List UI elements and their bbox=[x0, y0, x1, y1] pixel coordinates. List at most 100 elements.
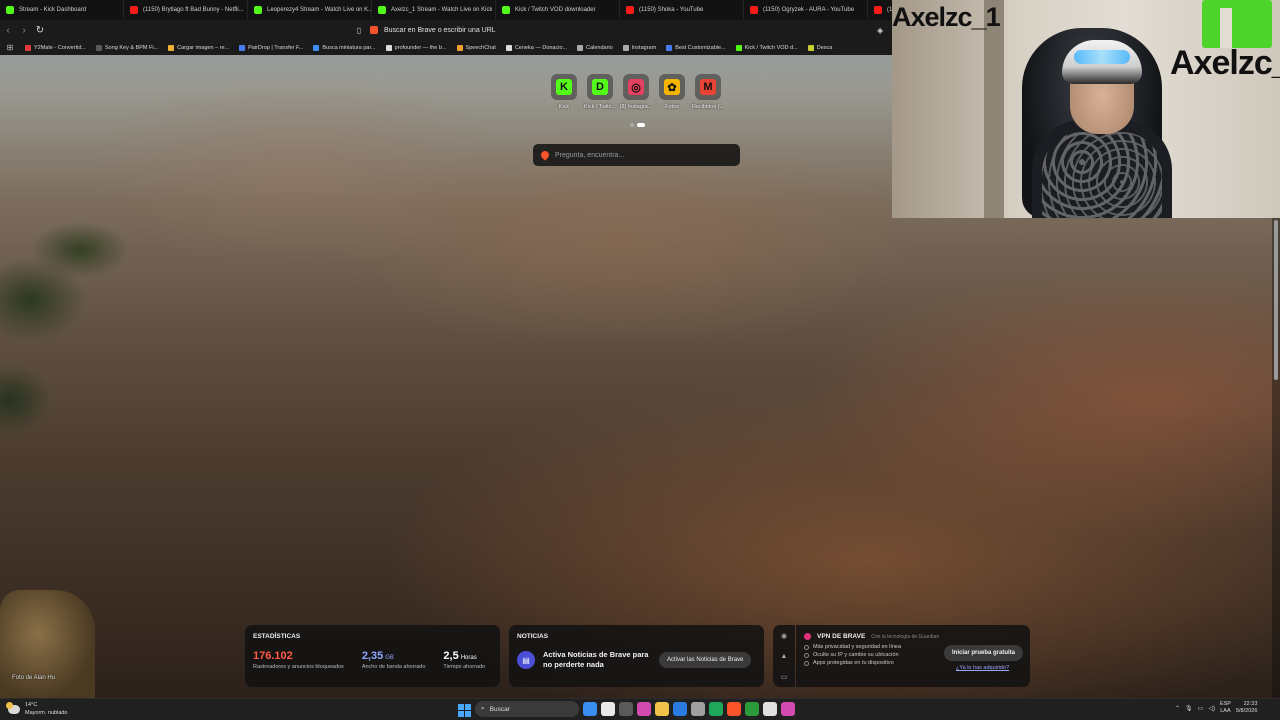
bookmark-favicon-icon bbox=[456, 44, 463, 51]
reload-button[interactable]: ↻ bbox=[32, 22, 48, 38]
channel-name-right: Axelzc_ bbox=[1170, 44, 1280, 82]
address-bar[interactable]: Buscar en Brave o escribir una URL bbox=[370, 22, 872, 38]
volume-icon[interactable]: ◁) bbox=[1208, 705, 1215, 712]
warning-tab-icon[interactable]: ▲ bbox=[781, 653, 788, 660]
activate-news-button[interactable]: Activar las Noticias de Brave bbox=[659, 652, 752, 668]
forward-button[interactable]: › bbox=[16, 22, 32, 38]
start-button[interactable] bbox=[455, 701, 471, 717]
bookmark-favicon-icon bbox=[239, 44, 246, 51]
search-icon: ⌕ bbox=[481, 705, 485, 712]
taskbar-app-icon[interactable] bbox=[637, 702, 651, 716]
bookmark-item[interactable]: Kick / Twitch VOD d... bbox=[731, 40, 803, 55]
browser-tab[interactable]: (115 bbox=[868, 0, 892, 20]
browser-tab[interactable]: Kick / Twitch VOD downloader bbox=[496, 0, 620, 20]
newtab-search-box[interactable] bbox=[533, 144, 740, 166]
tab-label: Stream - Kick Dashboard bbox=[19, 7, 87, 13]
news-title: NOTICIAS bbox=[517, 633, 549, 640]
taskbar-app-icon[interactable] bbox=[673, 702, 687, 716]
bookmark-item[interactable]: Song Key & BPM Fi... bbox=[91, 40, 163, 55]
start-trial-button[interactable]: Iniciar prueba gratuita bbox=[944, 645, 1024, 661]
bookmark-favicon-icon bbox=[313, 44, 320, 51]
bookmark-item[interactable]: Ceneka — Donacio... bbox=[501, 40, 572, 55]
pager-dot-active[interactable] bbox=[637, 123, 645, 127]
brave-shields-icon[interactable]: ◈ bbox=[877, 22, 889, 38]
top-site[interactable]: M Recibidos (... bbox=[692, 74, 724, 110]
vpn-feature-text: Oculte su IP y cambie su ubicación bbox=[813, 652, 899, 658]
clock-time: 22:33 bbox=[1243, 701, 1258, 707]
browser-tab[interactable]: (1150) Ogryzek - AURA - YouTube bbox=[744, 0, 868, 20]
browser-tab[interactable]: Axelzc_1 Stream - Watch Live on Kick bbox=[372, 0, 496, 20]
top-site[interactable]: K Kick bbox=[548, 74, 580, 110]
widget-switcher: ◉ ▲ ▭ bbox=[773, 625, 795, 687]
bookmark-item[interactable]: Instagram bbox=[618, 40, 661, 55]
top-site-tile[interactable]: ◎ bbox=[623, 74, 649, 100]
chevron-up-icon[interactable]: ⌃ bbox=[1175, 705, 1180, 712]
top-site-tile[interactable]: K bbox=[551, 74, 577, 100]
bookmark-favicon-icon bbox=[622, 44, 629, 51]
taskbar-app-icon[interactable] bbox=[709, 702, 723, 716]
top-site-icon: M bbox=[700, 79, 716, 95]
newtab-search-input[interactable] bbox=[555, 151, 725, 159]
news-icon: ▤ bbox=[517, 651, 535, 669]
photo-credit[interactable]: Foto de Alan Hu bbox=[12, 675, 55, 681]
top-site[interactable]: ◎ (8) Instagra... bbox=[620, 74, 652, 110]
top-site-tile[interactable]: M bbox=[695, 74, 721, 100]
taskbar-app-icon[interactable] bbox=[619, 702, 633, 716]
browser-tab[interactable]: (1150) Brytiago ft Bad Bunny - Netfli... bbox=[124, 0, 248, 20]
stats-title: ESTADÍSTICAS bbox=[253, 633, 301, 640]
vpn-tab-icon[interactable]: ◉ bbox=[781, 632, 787, 640]
pager-dot[interactable] bbox=[630, 123, 634, 127]
vpn-feature-text: Apps protegidas en tu dispositivo bbox=[813, 660, 894, 666]
page-scrollbar[interactable] bbox=[1272, 218, 1280, 698]
bookmark-item[interactable]: Desca bbox=[803, 40, 838, 55]
taskbar-app-icon[interactable] bbox=[745, 702, 759, 716]
bookmark-item[interactable]: profounder — the b... bbox=[381, 40, 452, 55]
news-widget: NOTICIAS ▤ Activa Noticias de Brave para… bbox=[509, 625, 764, 687]
top-site-tile[interactable]: D bbox=[587, 74, 613, 100]
network-icon[interactable]: ▭ bbox=[1198, 705, 1204, 712]
taskbar-app-icon[interactable] bbox=[763, 702, 777, 716]
rewards-tab-icon[interactable]: ▭ bbox=[781, 673, 788, 681]
back-button[interactable]: ‹ bbox=[0, 22, 16, 38]
bookmark-label: profounder — the b... bbox=[394, 44, 447, 51]
language-indicator[interactable]: ESP LAA bbox=[1220, 701, 1231, 715]
tab-strip: Stream - Kick Dashboard (1150) Brytiago f… bbox=[0, 0, 892, 20]
bookmark-item[interactable]: Calendario bbox=[572, 40, 618, 55]
microphone-icon[interactable]: 🎙︎ bbox=[1185, 705, 1193, 712]
top-site-tile[interactable]: ✿ bbox=[659, 74, 685, 100]
taskbar-app-icon[interactable] bbox=[655, 702, 669, 716]
bookmark-item[interactable]: Cargar imagen – re... bbox=[163, 40, 234, 55]
browser-tab[interactable]: (1150) Shoka - YouTube bbox=[620, 0, 744, 20]
taskbar-app-icon[interactable] bbox=[727, 702, 741, 716]
bookmark-item[interactable]: Y2Mate - Convertid... bbox=[20, 40, 91, 55]
kick-icon bbox=[6, 6, 14, 14]
top-site[interactable]: ✿ Fotos bbox=[656, 74, 688, 110]
already-purchased-link[interactable]: ¿Ya lo has adquirido? bbox=[956, 665, 1009, 671]
weather-widget[interactable]: 14°C Mayorm. nublado bbox=[6, 701, 68, 717]
stat-unit: GB bbox=[385, 655, 394, 661]
bookmark-item[interactable]: PairDrop | Transfer F... bbox=[234, 40, 308, 55]
clock[interactable]: 22:33 5/8/2026 bbox=[1236, 701, 1257, 715]
bookmark-icon[interactable]: ▯ bbox=[352, 22, 366, 38]
apps-grid-icon[interactable]: ⊞ bbox=[0, 40, 20, 55]
top-site[interactable]: D Kick / Twitc... bbox=[584, 74, 616, 110]
taskbar-app-icon[interactable] bbox=[583, 702, 597, 716]
stat-value: 2,5 Horas bbox=[443, 650, 485, 662]
scrollbar-thumb[interactable] bbox=[1274, 220, 1278, 380]
check-icon bbox=[804, 644, 809, 650]
top-sites: K Kick D Kick / Twitc... ◎ (8) Instagra... ✿ Fo… bbox=[548, 74, 724, 110]
browser-tab[interactable]: Leoperezy4 Stream - Watch Live on K... bbox=[248, 0, 372, 20]
taskbar-search[interactable]: ⌕ Buscar bbox=[475, 701, 579, 717]
taskbar-app-icon[interactable] bbox=[781, 702, 795, 716]
browser-tab[interactable]: Stream - Kick Dashboard bbox=[0, 0, 124, 20]
stats-row: 176.102 Rastreadores y anuncios bloqueado… bbox=[253, 650, 492, 670]
bookmark-item[interactable]: Busca miniatura par... bbox=[308, 40, 380, 55]
taskbar-app-icon[interactable] bbox=[601, 702, 615, 716]
bookmark-label: Cargar imagen – re... bbox=[177, 44, 230, 51]
taskbar-app-icon[interactable] bbox=[691, 702, 705, 716]
vpn-widget: VPN DE BRAVE Con la tecnología de Guardi… bbox=[796, 625, 1030, 687]
pine-tree bbox=[0, 140, 160, 460]
bookmark-item[interactable]: Best Customizable... bbox=[661, 40, 730, 55]
youtube-icon bbox=[130, 6, 138, 14]
bookmark-item[interactable]: SpeechChat bbox=[452, 40, 501, 55]
